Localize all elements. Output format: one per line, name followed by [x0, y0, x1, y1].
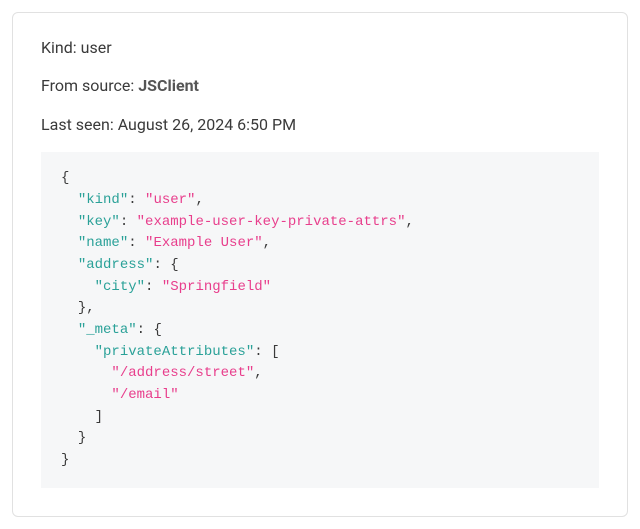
context-info-card: Kind: user From source: JSClient Last se… — [12, 12, 628, 517]
kind-line: Kind: user — [41, 37, 599, 59]
last-seen-label: Last seen: — [41, 115, 114, 134]
json-code-block: { "kind": "user", "key": "example-user-k… — [41, 152, 599, 488]
source-label: From source: — [41, 76, 134, 95]
kind-label: Kind: — [41, 38, 77, 57]
last-seen-value: August 26, 2024 6:50 PM — [118, 115, 296, 134]
source-line: From source: JSClient — [41, 75, 599, 97]
last-seen-line: Last seen: August 26, 2024 6:50 PM — [41, 114, 599, 136]
kind-value: user — [81, 38, 112, 57]
source-link[interactable]: JSClient — [138, 76, 199, 95]
